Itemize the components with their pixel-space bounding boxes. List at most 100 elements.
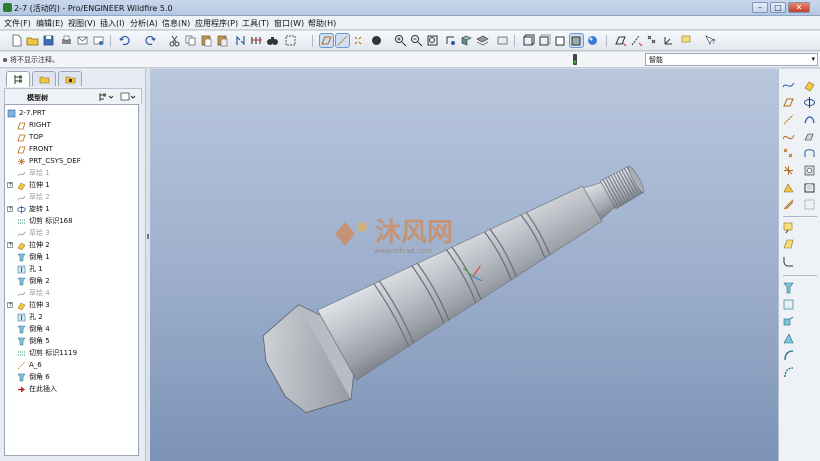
select-box-icon[interactable]	[284, 34, 297, 47]
tree-item[interactable]: PRT_CSYS_DEF	[5, 155, 139, 167]
blend-tool-icon[interactable]	[803, 130, 816, 143]
menu-tools[interactable]: 工具(T)	[242, 18, 269, 29]
analysis-feature-icon[interactable]	[782, 181, 795, 194]
expand-toggle-icon[interactable]: +	[7, 206, 13, 212]
close-button[interactable]: ✕	[788, 2, 810, 13]
zoom-out-icon[interactable]	[410, 34, 423, 47]
open-folder-icon[interactable]	[26, 34, 39, 47]
revolve-tool-icon[interactable]	[803, 96, 816, 109]
tree-item[interactable]: 倒角 6	[5, 371, 139, 383]
tab-model-tree[interactable]	[6, 71, 30, 87]
shell-tool-icon[interactable]	[803, 181, 816, 194]
tree-item[interactable]: RIGHT	[5, 119, 139, 131]
tab-favorites[interactable]	[58, 71, 82, 86]
paste-special-icon[interactable]	[216, 34, 229, 47]
csys-on-icon[interactable]	[662, 34, 675, 47]
regenerate-icon[interactable]	[234, 34, 247, 47]
shaft-model[interactable]: 沐风网 www.mfcad.com	[150, 69, 778, 461]
tree-item[interactable]: 倒角 1	[5, 251, 139, 263]
datum-planes-on-icon[interactable]	[614, 34, 627, 47]
datum-axis-display-icon[interactable]	[335, 33, 350, 48]
menu-edit[interactable]: 编辑(E)	[36, 18, 63, 29]
enhanced-realism-icon[interactable]	[586, 34, 599, 47]
find-icon[interactable]	[266, 34, 279, 47]
menu-insert[interactable]: 插入(I)	[100, 18, 125, 29]
datum-point-tool-icon[interactable]	[782, 147, 795, 160]
paste-icon[interactable]	[200, 34, 213, 47]
expand-toggle-icon[interactable]: +	[7, 182, 13, 188]
pattern-tool-icon[interactable]	[782, 315, 795, 328]
tree-item[interactable]: 草绘 3	[5, 227, 139, 239]
extrude-tool-icon[interactable]	[803, 79, 816, 92]
datum-axes-on-icon[interactable]	[630, 34, 643, 47]
shading-icon[interactable]	[370, 34, 383, 47]
no-hidden-icon[interactable]	[554, 34, 567, 47]
menu-window[interactable]: 窗口(W)	[274, 18, 304, 29]
wireframe-icon[interactable]	[522, 34, 535, 47]
zoom-in-icon[interactable]	[394, 34, 407, 47]
tree-settings-button[interactable]	[97, 91, 115, 102]
note-tool-icon[interactable]	[782, 221, 795, 234]
expand-toggle-icon[interactable]: +	[7, 302, 13, 308]
menu-help[interactable]: 帮助(H)	[308, 18, 336, 29]
maximize-button[interactable]: □	[770, 2, 786, 13]
trim-tool-icon[interactable]	[782, 349, 795, 362]
view-manager-icon[interactable]	[496, 34, 509, 47]
tree-item[interactable]: + 拉伸 2	[5, 239, 139, 251]
copy-icon[interactable]	[184, 34, 197, 47]
new-file-icon[interactable]	[10, 34, 23, 47]
minimize-button[interactable]: –	[752, 2, 768, 13]
tree-show-button[interactable]	[119, 91, 137, 102]
refit-icon[interactable]	[426, 34, 439, 47]
sketch-curve-icon[interactable]	[782, 79, 795, 92]
reference-feature-icon[interactable]	[782, 198, 795, 211]
menu-analysis[interactable]: 分析(A)	[130, 18, 158, 29]
email-icon[interactable]	[76, 34, 89, 47]
menu-applications[interactable]: 应用程序(P)	[195, 18, 238, 29]
context-help-icon[interactable]: ?	[704, 34, 717, 47]
save-icon[interactable]	[42, 34, 55, 47]
tree-item[interactable]: 2-7.PRT	[5, 107, 139, 119]
datum-plane-tool-icon[interactable]	[782, 96, 795, 109]
tree-item[interactable]: 倒角 2	[5, 275, 139, 287]
tree-item[interactable]: 倒角 4	[5, 323, 139, 335]
datum-plane-display-icon[interactable]	[319, 33, 334, 48]
tree-item[interactable]: 草绘 1	[5, 167, 139, 179]
tree-item[interactable]: TOP	[5, 131, 139, 143]
tree-item[interactable]: 孔 1	[5, 263, 139, 275]
email-link-icon[interactable]	[92, 34, 105, 47]
undo-icon[interactable]	[118, 34, 131, 47]
layers-icon[interactable]	[476, 34, 489, 47]
tree-item[interactable]: 草绘 4	[5, 287, 139, 299]
extend-tool-icon[interactable]	[782, 366, 795, 379]
tree-item[interactable]: 草绘 2	[5, 191, 139, 203]
regen-manager-icon[interactable]	[250, 34, 263, 47]
tree-item[interactable]: A_6	[5, 359, 139, 371]
menu-view[interactable]: 视图(V)	[68, 18, 96, 29]
tree-item[interactable]: FRONT	[5, 143, 139, 155]
chamfer-tool-icon[interactable]	[782, 281, 795, 294]
datum-curve-tool-icon[interactable]	[782, 130, 795, 143]
sweep-tool-icon[interactable]	[803, 113, 816, 126]
saved-views-icon[interactable]	[460, 34, 473, 47]
print-icon[interactable]	[60, 34, 73, 47]
tab-folder-browser[interactable]	[32, 71, 56, 86]
hidden-line-icon[interactable]	[538, 34, 551, 47]
tree-item[interactable]: + 拉伸 1	[5, 179, 139, 191]
tree-item[interactable]: 在此插入	[5, 383, 139, 395]
boundary-blend-icon[interactable]	[803, 147, 816, 160]
rib-tool-icon[interactable]	[803, 198, 816, 211]
datum-point-display-icon[interactable]	[352, 34, 365, 47]
selection-filter-select[interactable]: 智能 ▾	[645, 53, 818, 66]
redo-icon[interactable]	[144, 34, 157, 47]
menu-info[interactable]: 信息(N)	[162, 18, 190, 29]
draft-tool-icon[interactable]	[782, 238, 795, 251]
mirror-tool-icon[interactable]	[782, 298, 795, 311]
splitter-grip[interactable]	[147, 234, 149, 239]
cut-icon[interactable]	[168, 34, 181, 47]
tree-item[interactable]: 切剪 标识168	[5, 215, 139, 227]
tree-item[interactable]: 切剪 标识1119	[5, 347, 139, 359]
csys-tool-icon[interactable]	[782, 164, 795, 177]
tree-item[interactable]: 倒角 5	[5, 335, 139, 347]
annotation-display-icon[interactable]	[680, 34, 693, 47]
